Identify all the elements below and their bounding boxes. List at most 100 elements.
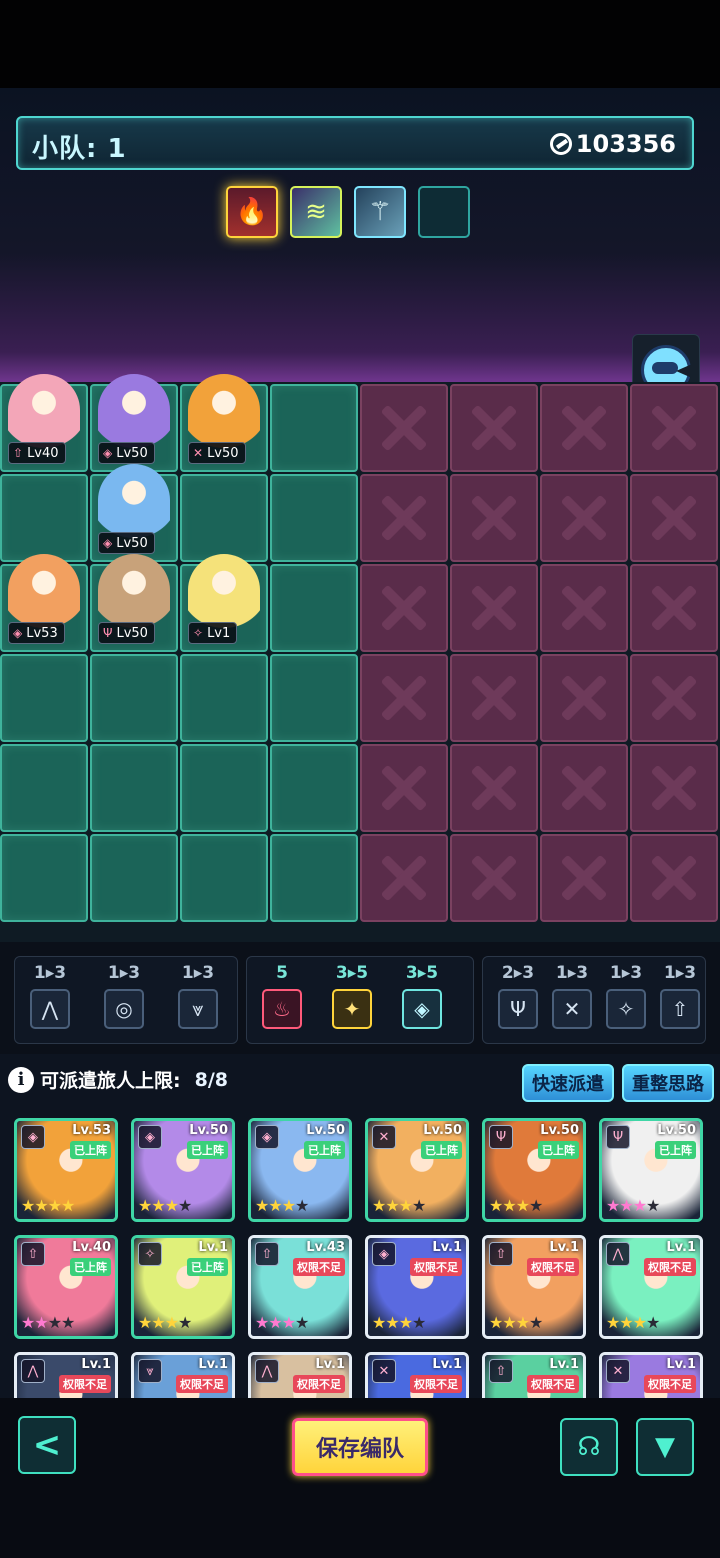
brain-strategy-button[interactable]: ☊: [560, 1418, 618, 1476]
roster-card[interactable]: ✕ Lv.1 权限不足: [599, 1352, 703, 1398]
ally-cell[interactable]: [270, 384, 358, 472]
power-display: 103356: [549, 130, 676, 158]
synergy-item[interactable]: 1▸3 ⩔: [175, 963, 221, 1029]
locked-badge: 权限不足: [644, 1375, 696, 1393]
ally-cell[interactable]: [180, 474, 268, 562]
synergy-icon: Ψ: [498, 989, 538, 1029]
star-icon: ★: [515, 1313, 530, 1332]
ally-cell[interactable]: [0, 654, 88, 742]
roster-card[interactable]: ⩔ Lv.1 权限不足: [131, 1352, 235, 1398]
roster-card[interactable]: ◈ Lv.50 已上阵 ★★★★: [131, 1118, 235, 1222]
roster-card[interactable]: ⇧ Lv.1 权限不足 ★★★★: [482, 1235, 586, 1339]
enemy-cell: [630, 744, 718, 832]
ally-cell[interactable]: [0, 834, 88, 922]
fire-relic-icon[interactable]: 🔥: [226, 186, 278, 238]
roster-card[interactable]: ◈ Lv.1 权限不足 ★★★★: [365, 1235, 469, 1339]
star-icon: ★: [646, 1196, 660, 1215]
empty-relic-slot[interactable]: [418, 186, 470, 238]
roster-card[interactable]: Ψ Lv.50 已上阵 ★★★★: [482, 1118, 586, 1222]
roster-card[interactable]: ⇧ Lv.1 权限不足: [482, 1352, 586, 1398]
roster-card[interactable]: ✕ Lv.1 权限不足: [365, 1352, 469, 1398]
star-rating: ★★★★: [489, 1313, 543, 1332]
synergy-item[interactable]: 3▸5 ◈: [399, 963, 445, 1029]
star-icon: ★: [619, 1313, 633, 1332]
class-icon: ⋀: [255, 1359, 279, 1383]
ally-cell[interactable]: [90, 654, 178, 742]
synergy-item[interactable]: 1▸3 ✕: [549, 963, 595, 1029]
roster-card[interactable]: ⇧ Lv.43 权限不足 ★★★★: [248, 1235, 352, 1339]
board-unit[interactable]: ✕ Lv50: [180, 374, 268, 476]
reset-plan-button[interactable]: 重整思路: [622, 1064, 714, 1102]
ally-cell[interactable]: [0, 474, 88, 562]
class-icon: ✕: [193, 446, 204, 460]
class-icon: ✕: [606, 1359, 630, 1383]
board-unit[interactable]: ✧ Lv1: [180, 554, 268, 656]
roster-card[interactable]: ⋀ Lv.1 权限不足 ★★★★: [599, 1235, 703, 1339]
synergy-icon: ◈: [402, 989, 442, 1029]
card-level: Lv.1: [198, 1240, 228, 1255]
star-icon: ★: [21, 1313, 35, 1332]
synergy-item[interactable]: 1▸3 ⇧: [657, 963, 703, 1029]
staff-relic-icon[interactable]: ⚚: [354, 186, 406, 238]
ally-cell[interactable]: [270, 744, 358, 832]
ally-cell[interactable]: [0, 744, 88, 832]
status-bar-area: [0, 0, 720, 88]
roster-card[interactable]: Ψ Lv.50 已上阵 ★★★★: [599, 1118, 703, 1222]
unit-level-badge: Ψ Lv50: [98, 622, 155, 644]
ally-cell[interactable]: [180, 744, 268, 832]
roster-card[interactable]: ✕ Lv.50 已上阵 ★★★★: [365, 1118, 469, 1222]
star-icon: ★: [138, 1196, 152, 1215]
ally-cell[interactable]: [270, 474, 358, 562]
wings-relic-icon[interactable]: ≋: [290, 186, 342, 238]
class-icon: ◈: [103, 536, 113, 550]
board-unit[interactable]: ◈ Lv53: [0, 554, 88, 656]
ally-cell[interactable]: [90, 834, 178, 922]
star-icon: ★: [281, 1313, 296, 1332]
roster-card[interactable]: ◈ Lv.50 已上阵 ★★★★: [248, 1118, 352, 1222]
unit-level: Lv50: [116, 625, 148, 641]
ally-cell[interactable]: [270, 654, 358, 742]
synergy-item[interactable]: 1▸3 ✧: [603, 963, 649, 1029]
filter-button[interactable]: ▼: [636, 1418, 694, 1476]
synergy-icon: ✦: [332, 989, 372, 1029]
ally-cell[interactable]: [180, 654, 268, 742]
enemy-cell: [450, 744, 538, 832]
ally-cell[interactable]: [270, 834, 358, 922]
roster-panel: i 可派遣旅人上限: 8/8 快速派遣 重整思路 ◈ Lv.53 已上阵 ★★★★ ◈ L…: [0, 1054, 720, 1398]
star-icon: ★: [164, 1196, 179, 1215]
synergy-item[interactable]: 5 ♨: [259, 963, 305, 1029]
synergy-item[interactable]: 1▸3 ◎: [101, 963, 147, 1029]
locked-badge: 权限不足: [410, 1375, 462, 1393]
enemy-cell: [540, 384, 628, 472]
ally-cell[interactable]: [180, 834, 268, 922]
board-unit[interactable]: Ψ Lv50: [90, 554, 178, 656]
enemy-cell: [540, 474, 628, 562]
locked-badge: 权限不足: [644, 1258, 696, 1276]
star-icon: ★: [632, 1313, 647, 1332]
roster-card[interactable]: ◈ Lv.53 已上阵 ★★★★: [14, 1118, 118, 1222]
class-icon: ✕: [372, 1125, 396, 1149]
synergy-item[interactable]: 1▸3 ⋀: [27, 963, 73, 1029]
card-level: Lv.1: [666, 1357, 696, 1372]
roster-card[interactable]: ✧ Lv.1 已上阵 ★★★★: [131, 1235, 235, 1339]
roster-card[interactable]: ⋀ Lv.1 权限不足: [248, 1352, 352, 1398]
relic-slots: 🔥 ≋ ⚚: [226, 186, 470, 238]
back-button[interactable]: <: [18, 1416, 76, 1474]
roster-card[interactable]: ⋀ Lv.1 权限不足: [14, 1352, 118, 1398]
class-icon: ✧: [193, 626, 204, 640]
synergy-item[interactable]: 2▸3 Ψ: [495, 963, 541, 1029]
info-icon[interactable]: i: [8, 1066, 34, 1093]
enemy-cell: [450, 474, 538, 562]
enemy-cell: [450, 834, 538, 922]
board-unit[interactable]: ⇧ Lv40: [0, 374, 88, 476]
quick-dispatch-button[interactable]: 快速派遣: [522, 1064, 614, 1102]
synergy-item[interactable]: 3▸5 ✦: [329, 963, 375, 1029]
enemy-cell: [540, 834, 628, 922]
save-formation-button[interactable]: 保存编队: [292, 1418, 428, 1476]
roster-card[interactable]: ⇧ Lv.40 已上阵 ★★★★: [14, 1235, 118, 1339]
dispatch-limit-label: 可派遣旅人上限:: [40, 1070, 181, 1092]
ally-cell[interactable]: [270, 564, 358, 652]
enemy-cell: [450, 654, 538, 742]
ally-cell[interactable]: [90, 744, 178, 832]
class-icon: ⇧: [255, 1242, 279, 1266]
